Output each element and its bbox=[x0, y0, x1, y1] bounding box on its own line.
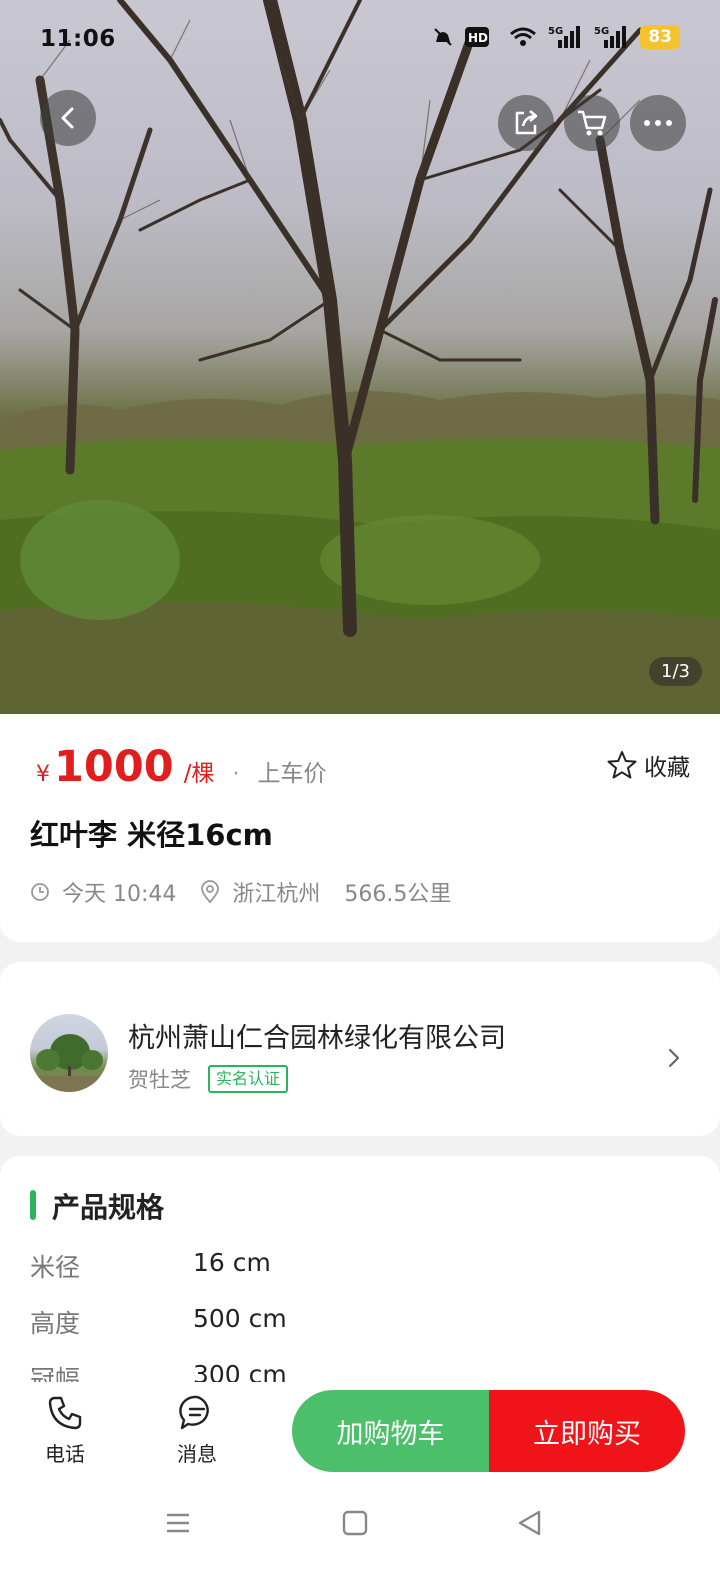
message-label: 消息 bbox=[177, 1442, 217, 1466]
star-icon bbox=[607, 751, 637, 779]
verified-badge: 实名认证 bbox=[208, 1065, 289, 1093]
favorite-label: 收藏 bbox=[644, 755, 690, 781]
post-time: 今天 10:44 bbox=[62, 882, 177, 907]
spec-key: 高度 bbox=[30, 1309, 81, 1338]
price-value: 1000 bbox=[54, 742, 174, 792]
cart-button[interactable] bbox=[564, 95, 620, 151]
product-meta: 今天 10:44 浙江杭州 566.5公里 bbox=[30, 876, 451, 908]
svg-text:HD: HD bbox=[468, 31, 488, 45]
company-name: 杭州萧山仁合园林绿化有限公司 bbox=[128, 1023, 506, 1054]
spec-key: 米径 bbox=[30, 1253, 81, 1282]
message-icon bbox=[179, 1395, 209, 1430]
distance-text: 566.5公里 bbox=[344, 882, 452, 907]
status-time: 11:06 bbox=[40, 26, 116, 52]
product-photo[interactable]: 11:06 HD 5G 5G 83 1/3 bbox=[0, 0, 720, 720]
mute-icon bbox=[434, 28, 453, 46]
seller-avatar-image bbox=[30, 1034, 108, 1092]
spec-value: 500 cm bbox=[193, 1304, 287, 1333]
seller-name: 贺牡芝 bbox=[128, 1068, 191, 1092]
chevron-right-icon[interactable] bbox=[666, 1046, 682, 1070]
chevron-left-icon bbox=[61, 107, 74, 129]
price-separator: · bbox=[232, 762, 240, 787]
message-button[interactable]: 消息 bbox=[157, 1394, 237, 1467]
location-text: 浙江杭州 bbox=[232, 882, 321, 907]
phone-button[interactable]: 电话 bbox=[25, 1394, 105, 1467]
photo-counter: 1/3 bbox=[649, 657, 702, 686]
section-accent-bar bbox=[30, 1190, 36, 1220]
spec-row: 米径 16 cm bbox=[30, 1248, 271, 1284]
signal-5g-icon-2: 5G bbox=[594, 26, 627, 48]
phone-icon bbox=[48, 1396, 82, 1430]
back-nav-icon[interactable] bbox=[515, 1508, 543, 1538]
svg-text:5G: 5G bbox=[548, 26, 563, 37]
wifi-icon bbox=[510, 27, 537, 46]
signal-5g-icon: 5G bbox=[548, 26, 581, 48]
price-row: ¥ 1000 /棵 · 上车价 bbox=[36, 742, 326, 792]
home-icon[interactable] bbox=[341, 1508, 369, 1538]
add-to-cart-button[interactable]: 加购物车 bbox=[292, 1390, 489, 1472]
menu-icon[interactable] bbox=[164, 1508, 192, 1538]
clock-icon bbox=[31, 883, 49, 901]
price-unit: /棵 bbox=[183, 761, 215, 787]
price-note: 上车价 bbox=[257, 761, 327, 787]
spec-value: 16 cm bbox=[193, 1248, 271, 1277]
more-button[interactable] bbox=[630, 95, 686, 151]
product-title: 红叶李 米径16cm bbox=[30, 818, 273, 852]
share-button[interactable] bbox=[498, 95, 554, 151]
share-icon bbox=[515, 110, 538, 135]
spec-section-title: 产品规格 bbox=[52, 1191, 165, 1224]
svg-text:5G: 5G bbox=[594, 26, 609, 37]
hd-icon: HD bbox=[465, 27, 490, 47]
more-icon bbox=[644, 120, 672, 126]
location-pin-icon bbox=[201, 880, 220, 904]
avatar[interactable] bbox=[30, 1014, 108, 1092]
status-bar: 11:06 HD 5G 5G 83 bbox=[0, 0, 720, 80]
battery-indicator: 83 bbox=[640, 25, 680, 49]
phone-label: 电话 bbox=[45, 1442, 85, 1466]
back-button[interactable] bbox=[40, 90, 96, 146]
spec-row: 高度 500 cm bbox=[30, 1304, 287, 1340]
favorite-button[interactable]: 收藏 bbox=[606, 748, 690, 782]
cart-icon bbox=[578, 110, 607, 136]
buy-now-button[interactable]: 立即购买 bbox=[489, 1390, 685, 1472]
price-currency: ¥ bbox=[36, 762, 50, 787]
status-icons: HD 5G 5G 83 bbox=[432, 24, 680, 50]
